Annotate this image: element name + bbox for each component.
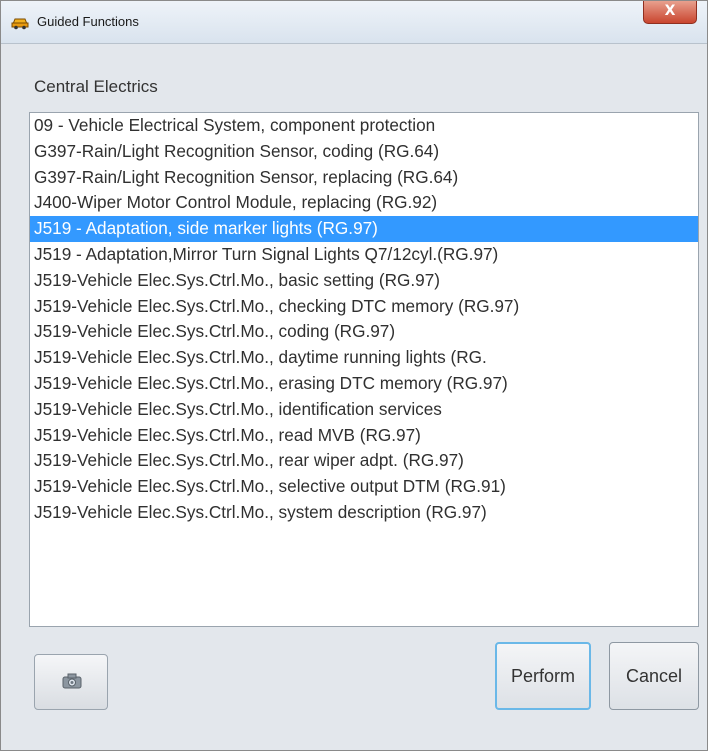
perform-button[interactable]: Perform — [495, 642, 591, 710]
car-icon — [11, 18, 29, 30]
section-title: Central Electrics — [34, 77, 158, 96]
camera-icon — [62, 673, 82, 689]
dialog-body: Central Electrics 09 - Vehicle Electrica… — [1, 44, 707, 750]
list-item[interactable]: J519-Vehicle Elec.Sys.Ctrl.Mo., erasing … — [30, 371, 698, 397]
window-title: Guided Functions — [37, 14, 139, 29]
cancel-button[interactable]: Cancel — [609, 642, 699, 710]
close-button[interactable]: X — [643, 1, 697, 24]
functions-listbox[interactable]: 09 - Vehicle Electrical System, componen… — [29, 112, 699, 627]
list-item[interactable]: J519-Vehicle Elec.Sys.Ctrl.Mo., coding (… — [30, 319, 698, 345]
list-item[interactable]: J519-Vehicle Elec.Sys.Ctrl.Mo., identifi… — [30, 397, 698, 423]
list-item[interactable]: J400-Wiper Motor Control Module, replaci… — [30, 190, 698, 216]
list-item[interactable]: J519 - Adaptation,Mirror Turn Signal Lig… — [30, 242, 698, 268]
list-item[interactable]: J519 - Adaptation, side marker lights (R… — [30, 216, 698, 242]
list-item[interactable]: G397-Rain/Light Recognition Sensor, codi… — [30, 139, 698, 165]
list-item[interactable]: J519-Vehicle Elec.Sys.Ctrl.Mo., selectiv… — [30, 474, 698, 500]
list-item[interactable]: J519-Vehicle Elec.Sys.Ctrl.Mo., read MVB… — [30, 423, 698, 449]
list-item[interactable]: J519-Vehicle Elec.Sys.Ctrl.Mo., system d… — [30, 500, 698, 526]
guided-functions-dialog: Guided Functions X Central Electrics 09 … — [0, 0, 708, 751]
list-item[interactable]: 09 - Vehicle Electrical System, componen… — [30, 113, 698, 139]
list-item[interactable]: J519-Vehicle Elec.Sys.Ctrl.Mo., daytime … — [30, 345, 698, 371]
list-item[interactable]: G397-Rain/Light Recognition Sensor, repl… — [30, 165, 698, 191]
title-bar[interactable]: Guided Functions X — [1, 1, 707, 44]
screenshot-button[interactable] — [34, 654, 108, 710]
list-item[interactable]: J519-Vehicle Elec.Sys.Ctrl.Mo., checking… — [30, 294, 698, 320]
list-item[interactable]: J519-Vehicle Elec.Sys.Ctrl.Mo., rear wip… — [30, 448, 698, 474]
list-item[interactable]: J519-Vehicle Elec.Sys.Ctrl.Mo., basic se… — [30, 268, 698, 294]
